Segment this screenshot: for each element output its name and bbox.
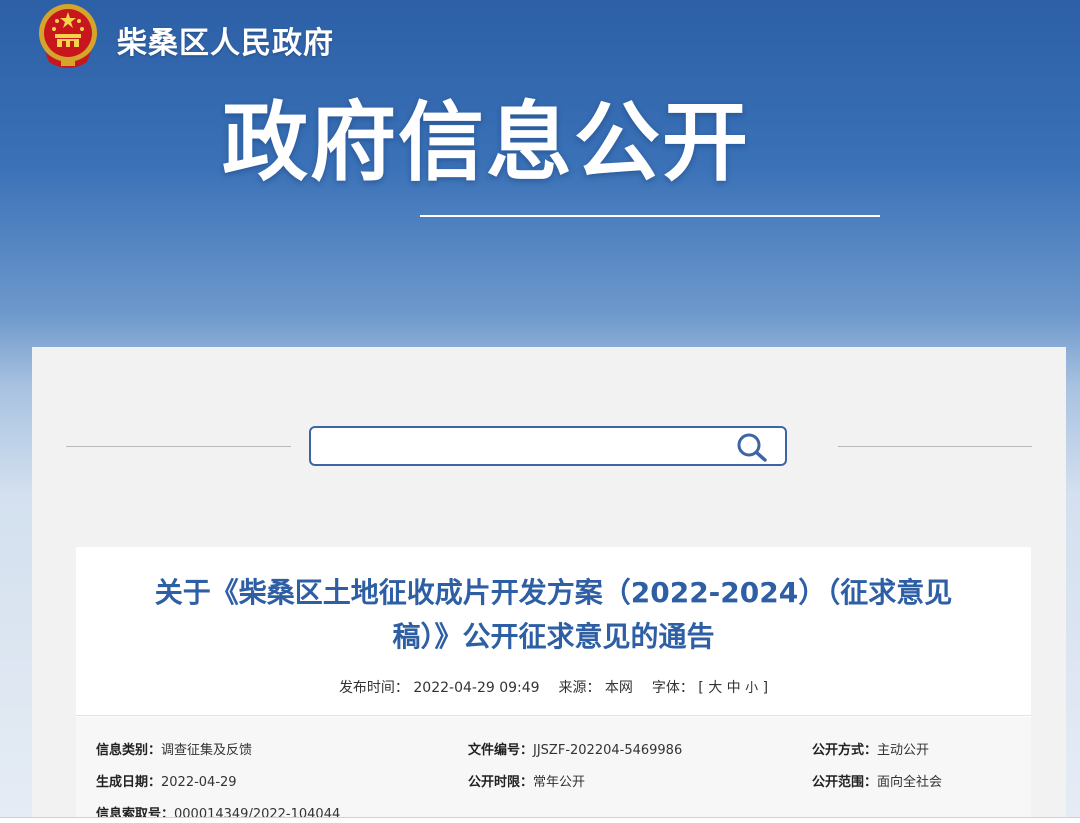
search-divider-left [66,446,291,447]
info-created-label: 生成日期： [96,775,162,790]
national-emblem-icon[interactable] [35,2,101,70]
info-doc-no-label: 文件编号： [468,743,534,758]
info-open-mode-label: 公开方式： [812,743,878,758]
article-meta: 发布时间： 2022-04-29 09:49 来源： 本网 字体： [ 大 中 … [76,677,1031,697]
info-category: 信息类别：调查征集及反馈 [96,739,252,758]
info-created: 生成日期：2022-04-29 [96,771,237,790]
font-size-medium[interactable]: 中 [727,677,741,697]
meta-divider [76,715,1031,716]
info-doc-no: 文件编号：JJSZF-202204-5469986 [468,739,682,758]
info-open-scope-value: 面向全社会 [877,775,943,790]
source-value: 本网 [604,680,633,696]
font-bracket-open: [ [698,680,704,696]
site-name[interactable]: 柴桑区人民政府 [117,18,334,62]
bottom-scroll-strip [0,817,1080,823]
font-size-small[interactable]: 小 [745,677,758,696]
article-title-line1: 关于《柴桑区土地征收成片开发方案（2022-2024）（征求意见 [154,576,953,609]
article-card: 关于《柴桑区土地征收成片开发方案（2022-2024）（征求意见 稿）》公开征求… [76,547,1031,823]
info-open-scope: 公开范围：面向全社会 [812,771,942,790]
info-category-label: 信息类别： [96,743,162,758]
info-category-value: 调查征集及反馈 [161,743,253,758]
search-icon [737,433,767,462]
info-open-period: 公开时限：常年公开 [468,771,585,790]
info-open-period-label: 公开时限： [468,775,534,790]
main-panel: 关于《柴桑区土地征收成片开发方案（2022-2024）（征求意见 稿）》公开征求… [32,347,1066,823]
info-doc-no-value: JJSZF-202204-5469986 [533,743,683,758]
publish-time: 2022-04-29 09:49 [413,680,540,696]
hero-title: 政府信息公开 [222,93,750,193]
hero-underline [420,215,880,217]
info-created-value: 2022-04-29 [161,775,237,790]
info-open-period-value: 常年公开 [533,775,586,790]
search-box [309,426,787,466]
search-divider-right [838,446,1032,447]
info-open-scope-label: 公开范围： [812,775,878,790]
info-open-mode: 公开方式：主动公开 [812,739,929,758]
publish-label: 发布时间： [338,680,409,696]
source-label: 来源： [558,680,601,696]
search-button[interactable] [735,432,769,462]
article-title: 关于《柴桑区土地征收成片开发方案（2022-2024）（征求意见 稿）》公开征求… [116,571,991,659]
font-bracket-close: ] [762,680,769,696]
font-size-large[interactable]: 大 [708,677,722,697]
font-size-label: 字体： [651,680,694,696]
info-open-mode-value: 主动公开 [877,743,930,758]
search-input[interactable] [321,432,725,462]
article-title-line2: 稿）》公开征求意见的通告 [392,620,715,653]
info-table: 信息类别：调查征集及反馈 文件编号：JJSZF-202204-5469986 公… [76,717,1031,823]
